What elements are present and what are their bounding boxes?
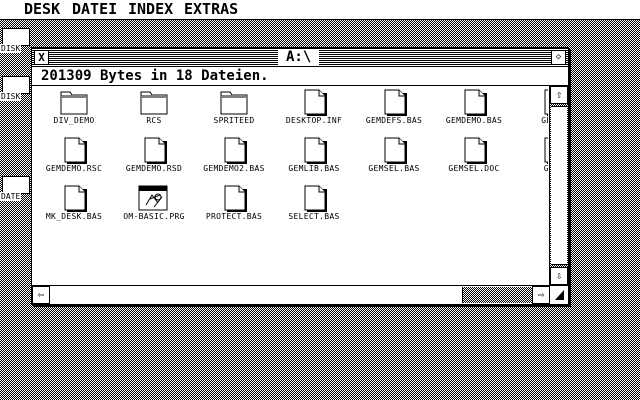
file-name: GEMDEMO.BAS (445, 116, 503, 125)
full-box[interactable]: ◇ (551, 50, 566, 65)
application-icon (138, 185, 168, 211)
file-item[interactable]: GEMSEL.BAS (354, 135, 434, 183)
horizontal-scrollbar[interactable]: ⇦ ⇨ (32, 285, 550, 304)
file-name: DIV_DEMO (53, 116, 95, 125)
file-item[interactable]: RCS (114, 87, 194, 135)
folder-icon (140, 89, 168, 115)
file-item[interactable]: GEMDEMO.BAS (434, 87, 514, 135)
desktop-icon-label: DATE (0, 192, 22, 201)
file-item[interactable]: MK_DESK.BAS (34, 183, 114, 231)
menu-datei[interactable]: DATEI (72, 0, 117, 19)
close-box[interactable]: X (34, 50, 49, 65)
size-box[interactable] (549, 285, 568, 304)
info-text: 201309 Bytes in 18 Dateien. (41, 68, 269, 84)
file-item[interactable]: DIV_DEMO (34, 87, 114, 135)
desktop-icon-label: DISK (0, 44, 22, 53)
window-title-bar[interactable]: X A:\ ◇ (32, 48, 568, 67)
file-name: GEMDE (541, 116, 548, 125)
file-item[interactable]: GEMSEL.DOC (434, 135, 514, 183)
document-icon (224, 185, 247, 212)
file-item[interactable]: DESKTOP.INF (274, 87, 354, 135)
file-item[interactable]: GEMLIB.BAS (274, 135, 354, 183)
file-name: GEMDEMO2.BAS (203, 164, 265, 173)
file-item[interactable]: SPRITEED (194, 87, 274, 135)
folder-icon (220, 89, 248, 115)
document-icon (544, 137, 548, 164)
file-name: GEMDEMO.RSD (125, 164, 183, 173)
file-name: GEMDEFS.BAS (365, 116, 423, 125)
file-item[interactable]: SELECT.BAS (274, 183, 354, 231)
document-icon (464, 89, 487, 116)
file-name: SELECT.BAS (288, 212, 340, 221)
file-name: GEMSEL.DOC (448, 164, 500, 173)
menu-bar: DESK DATEI INDEX EXTRAS (0, 0, 640, 20)
file-item[interactable]: OM-BASIC.PRG (114, 183, 194, 231)
vertical-scrollbar[interactable]: ⇧ ⇩ (549, 86, 568, 285)
file-item[interactable]: GEMS (514, 135, 548, 183)
menu-desk[interactable]: DESK (24, 0, 60, 19)
scroll-right-arrow-icon[interactable]: ⇨ (532, 286, 550, 304)
document-icon (224, 137, 247, 164)
document-icon (384, 137, 407, 164)
file-name: PROTECT.BAS (205, 212, 263, 221)
document-icon (304, 89, 327, 116)
file-item[interactable]: PROTECT.BAS (194, 183, 274, 231)
scroll-down-arrow-icon[interactable]: ⇩ (550, 267, 568, 285)
folder-icon (60, 89, 88, 115)
file-name: RCS (146, 116, 162, 125)
menu-extras[interactable]: EXTRAS (184, 0, 238, 19)
menu-index[interactable]: INDEX (128, 0, 173, 19)
document-icon (64, 185, 87, 212)
file-name: OM-BASIC.PRG (123, 212, 185, 221)
document-icon (64, 137, 87, 164)
document-icon (144, 137, 167, 164)
document-icon (304, 185, 327, 212)
directory-window: X A:\ ◇ 201309 Bytes in 18 Dateien. DIV_… (31, 47, 569, 305)
vertical-scroll-thumb[interactable] (551, 106, 567, 265)
document-icon (464, 137, 487, 164)
file-name: GEMSEL.BAS (368, 164, 420, 173)
document-icon (544, 89, 548, 116)
file-item[interactable]: GEMDEMO.RSC (34, 135, 114, 183)
file-name: MK_DESK.BAS (45, 212, 103, 221)
scroll-up-arrow-icon[interactable]: ⇧ (550, 86, 568, 104)
file-name: GEMDEMO.RSC (45, 164, 103, 173)
desktop-drive-icon[interactable]: DISK (0, 76, 34, 102)
file-item[interactable]: GEMDEFS.BAS (354, 87, 434, 135)
info-line: 201309 Bytes in 18 Dateien. (32, 67, 568, 86)
file-name: GEMS (543, 164, 548, 173)
window-title: A:\ (278, 49, 320, 65)
file-item[interactable]: GEMDEMO2.BAS (194, 135, 274, 183)
document-icon (304, 137, 327, 164)
horizontal-scroll-track[interactable] (462, 287, 533, 303)
file-name: SPRITEED (213, 116, 255, 125)
file-list: DIV_DEMO RCS SPRITEED DESKTOP.INF GEMDEFS.BA… (32, 86, 548, 285)
file-item[interactable]: GEMDEMO.RSD (114, 135, 194, 183)
scroll-left-arrow-icon[interactable]: ⇦ (32, 286, 50, 304)
file-name: GEMLIB.BAS (288, 164, 340, 173)
resize-icon (555, 290, 564, 300)
file-name: DESKTOP.INF (285, 116, 343, 125)
desktop-trash-icon[interactable]: DATE (0, 176, 34, 202)
desktop-drive-icon[interactable]: DISK (0, 28, 34, 54)
document-icon (384, 89, 407, 116)
desktop-icon-label: DISK (0, 92, 22, 101)
file-item[interactable]: GEMDE (514, 87, 548, 135)
